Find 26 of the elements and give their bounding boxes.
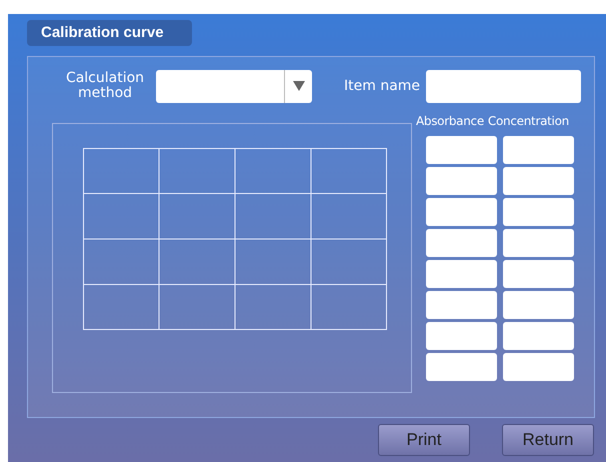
table-cell-field[interactable] — [426, 322, 497, 350]
caret-icon — [292, 81, 304, 91]
table-cell-field[interactable] — [503, 167, 574, 195]
table-cell-field[interactable] — [503, 136, 574, 164]
field-label: Calculation method — [64, 71, 146, 101]
table-cell-field[interactable] — [503, 291, 574, 319]
table-cell-field[interactable] — [503, 260, 574, 288]
table-cell-field[interactable] — [503, 198, 574, 226]
table-cell-field[interactable] — [503, 353, 574, 381]
method-dropdown[interactable] — [156, 70, 312, 102]
field-label: Item name — [344, 76, 420, 96]
table-cell-field[interactable] — [426, 291, 497, 319]
table-cell-field[interactable] — [426, 136, 497, 164]
table-cell-field[interactable] — [426, 260, 497, 288]
column-header: Absorbance — [416, 113, 484, 130]
table-cell-field[interactable] — [503, 322, 574, 350]
table-cell-field[interactable] — [426, 167, 497, 195]
table-cell-field[interactable] — [426, 229, 497, 257]
column-header: Concentration — [488, 113, 569, 130]
table-cell-field[interactable] — [426, 353, 497, 381]
item-name-field[interactable] — [426, 70, 582, 102]
window-title: Calibration curve — [41, 22, 164, 43]
print-button[interactable]: Print — [378, 424, 470, 456]
table-cell-field[interactable] — [503, 229, 574, 257]
return-button[interactable]: Return — [502, 424, 594, 456]
table-cell-field[interactable] — [426, 198, 497, 226]
